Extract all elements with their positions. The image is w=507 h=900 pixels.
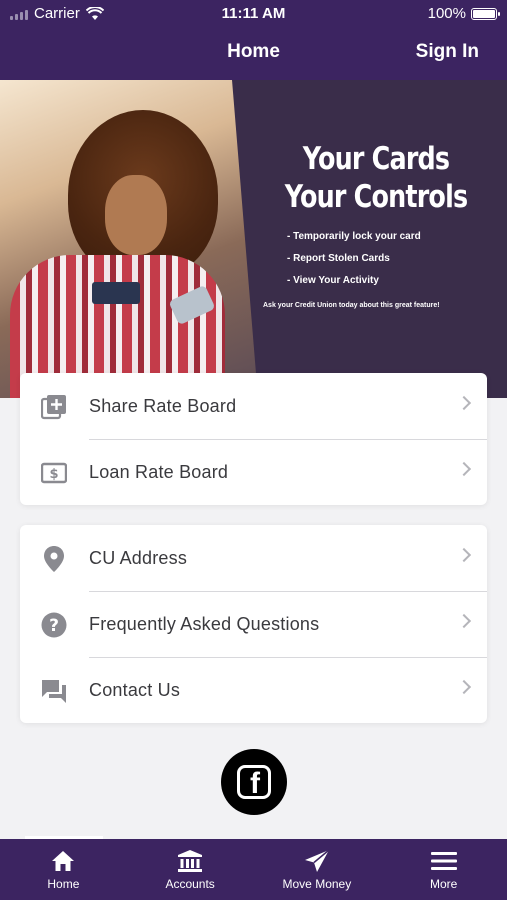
chevron-right-icon <box>456 679 472 695</box>
facebook-button[interactable]: f <box>221 749 287 815</box>
tab-move-money-label: Move Money <box>282 877 352 891</box>
tab-accounts[interactable]: Accounts <box>127 839 254 900</box>
banner-bullets: - Temporarily lock your card - Report St… <box>245 226 507 292</box>
dollar-bill-icon: $ <box>40 459 68 487</box>
contact-us-label: Contact Us <box>89 679 181 700</box>
faq-label: Frequently Asked Questions <box>89 613 320 634</box>
banner-bullet: - Temporarily lock your card <box>287 231 421 242</box>
chevron-right-icon <box>456 547 472 563</box>
banner-headline-line-2: Your Controls <box>284 179 468 215</box>
facebook-icon: f <box>237 765 271 800</box>
chevron-right-icon <box>456 395 472 411</box>
faq-item[interactable]: ? Frequently Asked Questions <box>20 591 487 657</box>
cu-address-label: CU Address <box>89 547 188 568</box>
battery-percent: 100% <box>427 5 466 22</box>
tab-more-label: More <box>429 877 458 891</box>
home-icon <box>51 849 75 873</box>
sign-in-button[interactable]: Sign In <box>416 41 479 63</box>
chat-icon <box>40 677 68 705</box>
banner-bullet: - Report Stolen Cards <box>287 253 390 264</box>
svg-text:?: ? <box>49 616 59 636</box>
rate-boards-card: Share Rate Board $ Loan Rate Board <box>20 373 487 505</box>
help-circle-icon: ? <box>40 611 68 639</box>
chevron-right-icon <box>456 613 472 629</box>
share-rate-board-item[interactable]: Share Rate Board <box>20 373 487 439</box>
tab-move-money[interactable]: Move Money <box>254 839 381 900</box>
banner-headline: Your Cards Your Controls <box>269 140 484 216</box>
share-rate-board-label: Share Rate Board <box>89 395 237 416</box>
tab-more[interactable]: More <box>380 839 507 900</box>
svg-text:$: $ <box>49 467 58 482</box>
banner-bullet: - View Your Activity <box>287 275 379 286</box>
add-box-icon <box>40 393 68 421</box>
contact-us-item[interactable]: Contact Us <box>20 657 487 723</box>
tab-accounts-label: Accounts <box>165 877 215 891</box>
send-icon <box>304 849 330 873</box>
loan-rate-board-item[interactable]: $ Loan Rate Board <box>20 439 487 505</box>
status-bar: Carrier 11:11 AM 100% <box>0 0 507 28</box>
tab-active-indicator <box>25 836 103 839</box>
tab-home-label: Home <box>47 877 80 891</box>
menu-icon <box>430 849 457 873</box>
tab-bar: Home Accounts Move Money More <box>0 836 507 900</box>
cu-address-item[interactable]: CU Address <box>20 525 487 591</box>
chevron-right-icon <box>456 461 472 477</box>
info-card: CU Address ? Frequently Asked Questions … <box>20 525 487 723</box>
banner-photo <box>0 80 258 398</box>
promo-banner[interactable]: Your Cards Your Controls - Temporarily l… <box>0 80 507 398</box>
banner-text: Your Cards Your Controls - Temporarily l… <box>245 140 507 309</box>
app-header: Carrier 11:11 AM 100% Home Sign In <box>0 0 507 80</box>
banner-note: Ask your Credit Union today about this g… <box>263 302 440 309</box>
status-right: 100% <box>427 5 500 22</box>
battery-icon <box>471 7 500 20</box>
location-pin-icon <box>40 545 68 573</box>
tab-home[interactable]: Home <box>0 839 127 900</box>
banner-headline-line-1: Your Cards <box>302 141 450 177</box>
bank-icon <box>177 849 203 873</box>
loan-rate-board-label: Loan Rate Board <box>89 461 229 482</box>
